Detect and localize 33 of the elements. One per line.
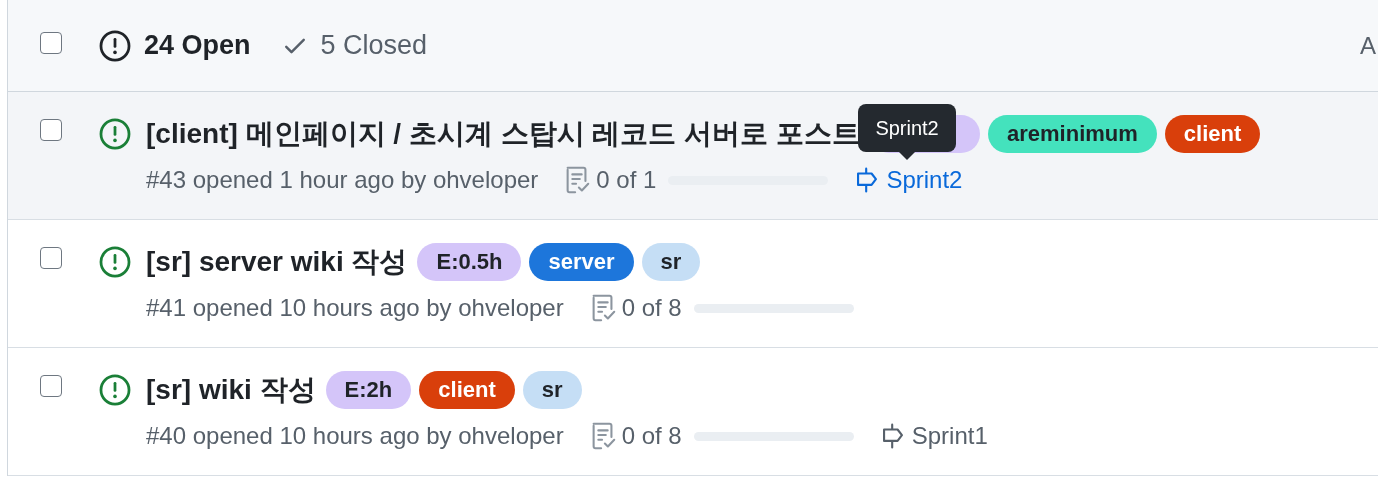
filter-menu-text[interactable]: A [1360,31,1376,60]
issue-open-icon [98,373,132,407]
issue-label[interactable]: client [419,371,515,409]
issue-checkbox[interactable] [40,119,62,141]
issue-label[interactable]: sr [641,243,701,281]
issue-row[interactable]: [client] 메인페이지 / 초시계 스탑시 레코드 서버로 포스트 areminimum client #43 opened 1 hour ago by ohveloper 0 of 1 Sprint2 Sprint2 [8,92,1378,220]
issue-open-icon [98,117,132,151]
issue-title-link[interactable]: [sr] server wiki 작성 [146,243,408,281]
issue-title-link[interactable]: [sr] wiki 작성 [146,371,316,409]
issue-meta-text: #41 opened 10 hours ago by ohveloper [146,294,564,322]
task-count-text: 0 of 8 [621,422,682,450]
issue-label[interactable]: areminimum [988,115,1157,153]
tooltip-arrow-icon [899,152,916,160]
tooltip: Sprint2 [858,104,956,152]
issue-open-icon [98,28,132,63]
issue-checkbox[interactable] [40,247,62,269]
issue-label[interactable]: server [529,243,634,281]
select-all-checkbox[interactable] [40,31,62,54]
issue-checkbox[interactable] [40,375,62,397]
issue-meta-text: #43 opened 1 hour ago by ohveloper [146,166,539,194]
issue-label[interactable]: client [1164,115,1261,153]
task-count-text: 0 of 8 [621,294,682,322]
open-issues-tab[interactable]: 24 Open [98,28,251,63]
issue-label[interactable]: E:2h [325,371,412,409]
closed-issues-tab[interactable]: 5 Closed [280,30,428,61]
issue-label[interactable]: E:0.5h [417,243,522,281]
issue-title-link[interactable]: [client] 메인페이지 / 초시계 스탑시 레코드 서버로 포스트 [146,115,860,153]
task-count-text: 0 of 1 [596,166,657,194]
issue-open-icon [98,245,132,279]
issue-label[interactable]: sr [522,371,582,409]
milestone-link[interactable]: Sprint2 [854,166,963,194]
issue-meta-text: #40 opened 10 hours ago by ohveloper [146,422,564,450]
milestone-link[interactable]: Sprint1 [879,422,988,450]
